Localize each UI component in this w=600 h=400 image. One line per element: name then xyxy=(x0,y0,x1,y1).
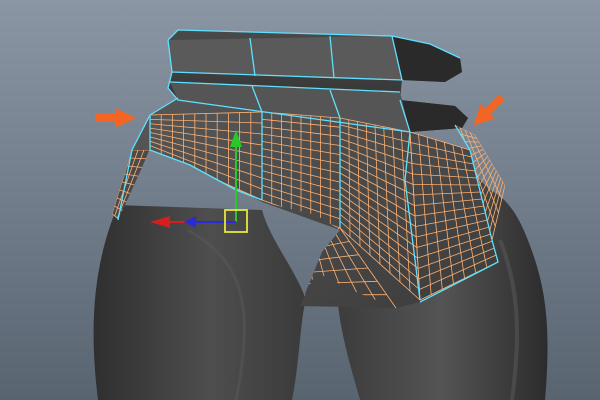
3d-viewport[interactable] xyxy=(0,0,600,400)
viewport-scene[interactable] xyxy=(0,0,600,400)
mesh-edge xyxy=(413,184,479,186)
